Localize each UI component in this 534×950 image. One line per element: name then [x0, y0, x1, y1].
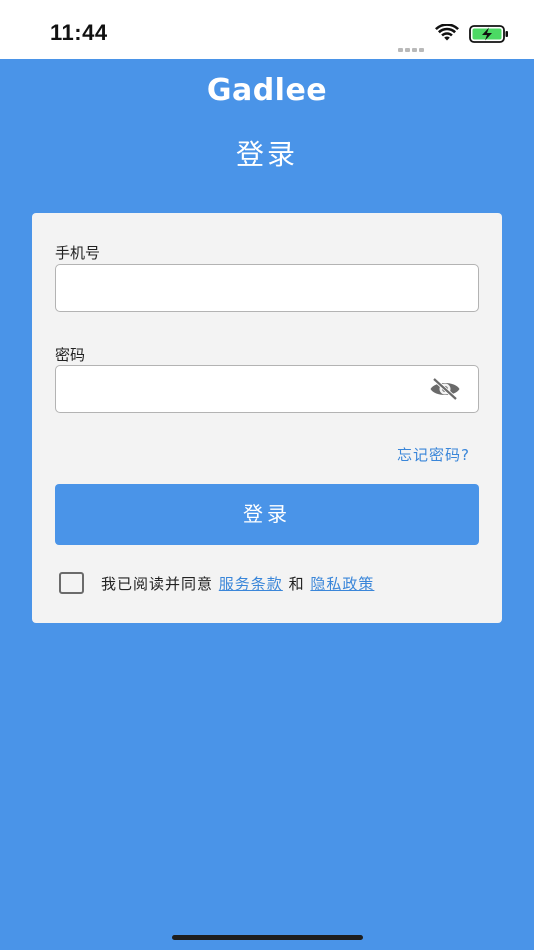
login-button[interactable]: 登录 — [55, 484, 479, 545]
privacy-policy-link[interactable]: 隐私政策 — [310, 575, 374, 593]
agreement-checkbox[interactable] — [59, 572, 84, 594]
login-form-card: 手机号 密码 忘记密码? 登录 我已阅读并同意 服务条款 和 隐私政策 — [32, 213, 502, 623]
home-indicator[interactable] — [172, 935, 363, 940]
brand-logo: Gadlee — [206, 73, 328, 108]
status-bar: 11:44 — [0, 0, 534, 59]
agreement-prefix: 我已阅读并同意 — [101, 575, 214, 593]
terms-of-service-link[interactable]: 服务条款 — [219, 575, 283, 593]
login-screen: Gadlee 登录 手机号 密码 忘记密码? 登录 我已阅读并同意 服务条款 和… — [0, 59, 534, 950]
password-input[interactable] — [55, 365, 479, 413]
battery-charging-icon — [469, 25, 508, 43]
agreement-text: 我已阅读并同意 服务条款 和 隐私政策 — [101, 573, 374, 594]
phone-input[interactable] — [55, 264, 479, 312]
eye-off-icon[interactable] — [429, 377, 461, 401]
password-label: 密码 — [55, 346, 86, 364]
page-title: 登录 — [235, 138, 298, 171]
agreement-conjunction: 和 — [288, 575, 305, 593]
wifi-icon — [435, 24, 459, 41]
agreement-row: 我已阅读并同意 服务条款 和 隐私政策 — [59, 569, 479, 597]
forgot-password-link[interactable]: 忘记密码? — [397, 444, 470, 465]
phone-label: 手机号 — [55, 244, 101, 262]
cellular-signal-icon — [398, 37, 426, 52]
status-time: 11:44 — [50, 20, 108, 45]
